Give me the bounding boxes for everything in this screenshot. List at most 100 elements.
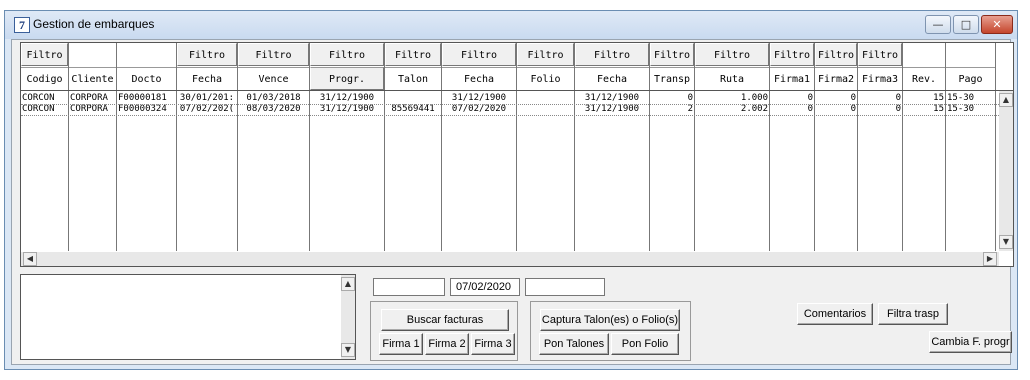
column-label[interactable]: Fecha — [442, 67, 516, 91]
column-header: Docto — [117, 43, 177, 91]
table-cell[interactable]: 0 — [858, 104, 902, 115]
table-cell[interactable]: 0 — [858, 93, 902, 104]
table-cell[interactable]: 31/12/1900 — [310, 104, 384, 115]
table-cell[interactable]: 31/12/1900 — [575, 93, 649, 104]
title-bar[interactable]: 7 Gestion de embarques — □ ✕ — [5, 11, 1017, 39]
table-cell[interactable]: 2 — [650, 104, 694, 115]
memo-scroll-up-icon[interactable]: ▲ — [341, 277, 355, 291]
column-header: Filtro Firma3 — [858, 43, 903, 91]
captura-talones-button[interactable]: Captura Talon(es) o Folio(s) — [540, 309, 680, 331]
table-cell[interactable]: 0 — [770, 104, 814, 115]
shipments-grid[interactable]: Filtro Codigo CORCON CORCON Cliente CORPORA CO… — [20, 42, 1014, 267]
filter-button[interactable]: Filtro — [177, 43, 237, 66]
column-label[interactable]: Transp — [650, 67, 694, 91]
column-label[interactable]: Fecha — [177, 67, 237, 91]
pon-talones-button[interactable]: Pon Talones — [539, 333, 609, 355]
filter-button[interactable]: Filtro — [442, 43, 516, 66]
column-label[interactable]: Firma1 — [770, 67, 814, 91]
filter-button[interactable]: Filtro — [575, 43, 649, 66]
column-label[interactable]: Talon — [385, 67, 441, 91]
table-cell[interactable] — [517, 104, 574, 115]
table-cell[interactable]: F00000324 — [117, 104, 176, 115]
filter-button[interactable]: Filtro — [238, 43, 309, 66]
scroll-left-icon[interactable]: ◀ — [23, 252, 37, 266]
filtra-trasp-button[interactable]: Filtra trasp — [878, 303, 948, 325]
firma1-button[interactable]: Firma 1 — [379, 333, 423, 355]
column-label[interactable]: Fecha — [575, 67, 649, 91]
column-header: Filtro Talon — [385, 43, 442, 91]
column-header: Filtro Firma2 — [815, 43, 858, 91]
table-cell[interactable]: 1.000 — [695, 93, 769, 104]
column-label[interactable]: Rev. — [903, 67, 945, 91]
filter-button[interactable]: Filtro — [695, 43, 769, 66]
comentarios-button[interactable]: Comentarios — [797, 303, 873, 325]
minimize-button[interactable]: — — [925, 15, 951, 34]
table-cell[interactable]: CORPORA — [69, 93, 116, 104]
filter-button[interactable]: Filtro — [385, 43, 441, 66]
close-button[interactable]: ✕ — [981, 15, 1013, 34]
column-label[interactable]: Pago — [946, 67, 995, 91]
table-cell[interactable]: 2.002 — [695, 104, 769, 115]
vertical-scrollbar[interactable]: ▲ ▼ — [999, 91, 1013, 251]
filter-button[interactable]: Filtro — [650, 43, 694, 66]
column-header: Filtro Fecha — [575, 43, 650, 91]
column-label[interactable]: Firma3 — [858, 67, 902, 91]
scroll-down-icon[interactable]: ▼ — [999, 235, 1013, 249]
filter-button[interactable]: Filtro — [770, 43, 814, 66]
column-label[interactable]: Docto — [117, 67, 176, 91]
column-label[interactable]: Ruta — [695, 67, 769, 91]
firma2-button[interactable]: Firma 2 — [425, 333, 469, 355]
date-field[interactable]: 07/02/2020 — [450, 278, 520, 296]
buscar-facturas-button[interactable]: Buscar facturas — [381, 309, 509, 331]
memo-scrollbar[interactable]: ▲ ▼ — [341, 275, 355, 359]
column-label[interactable]: Cliente — [69, 67, 116, 91]
column-label[interactable]: Folio — [517, 67, 574, 91]
column-label[interactable]: Progr. — [310, 67, 384, 90]
scroll-right-icon[interactable]: ▶ — [983, 252, 997, 266]
pon-folio-button[interactable]: Pon Folio — [611, 333, 679, 355]
window-title: Gestion de embarques — [33, 17, 155, 31]
memo-scroll-down-icon[interactable]: ▼ — [341, 343, 355, 357]
table-row-divider — [21, 115, 999, 116]
table-cell[interactable]: CORCON — [21, 104, 68, 115]
table-cell[interactable]: 07/02/202( — [177, 104, 237, 115]
column-label[interactable]: Codigo — [21, 67, 68, 91]
table-cell[interactable]: 85569441 — [385, 104, 441, 115]
table-cell[interactable]: 15 — [903, 104, 945, 115]
table-cell[interactable]: 30/01/201: — [177, 93, 237, 104]
comments-memo[interactable]: ▲ ▼ — [20, 274, 356, 360]
table-cell[interactable]: 01/03/2018 — [238, 93, 309, 104]
column-header: Filtro Folio — [517, 43, 575, 91]
table-cell[interactable]: 0 — [815, 104, 857, 115]
table-cell[interactable]: 15-30 — [946, 104, 995, 115]
table-cell[interactable]: 31/12/1900 — [310, 93, 384, 104]
filter-field-right[interactable] — [525, 278, 605, 296]
table-cell[interactable] — [517, 93, 574, 104]
table-cell[interactable]: CORCON — [21, 93, 68, 104]
filter-field-left[interactable] — [373, 278, 445, 296]
table-cell[interactable]: F00000181 — [117, 93, 176, 104]
filter-button[interactable]: Filtro — [815, 43, 857, 66]
horizontal-scrollbar[interactable]: ◀ ▶ — [21, 252, 999, 266]
table-cell[interactable]: 07/02/2020 — [442, 104, 516, 115]
scroll-up-icon[interactable]: ▲ — [999, 93, 1013, 107]
table-cell[interactable]: CORPORA — [69, 104, 116, 115]
cambia-f-progr-button[interactable]: Cambia F. progr — [929, 331, 1012, 353]
table-cell[interactable]: 15 — [903, 93, 945, 104]
table-cell[interactable]: 0 — [650, 93, 694, 104]
maximize-button[interactable]: □ — [953, 15, 979, 34]
column-label[interactable]: Vence — [238, 67, 309, 91]
table-cell[interactable]: 08/03/2020 — [238, 104, 309, 115]
table-cell[interactable]: 31/12/1900 — [442, 93, 516, 104]
filter-button[interactable]: Filtro — [517, 43, 574, 66]
filter-button[interactable]: Filtro — [310, 43, 384, 66]
table-cell[interactable]: 0 — [770, 93, 814, 104]
table-cell[interactable] — [385, 93, 441, 104]
column-label[interactable]: Firma2 — [815, 67, 857, 91]
table-cell[interactable]: 31/12/1900 — [575, 104, 649, 115]
table-cell[interactable]: 0 — [815, 93, 857, 104]
filter-button[interactable]: Filtro — [21, 43, 68, 66]
table-cell[interactable]: 15-30 — [946, 93, 995, 104]
firma3-button[interactable]: Firma 3 — [471, 333, 515, 355]
filter-button[interactable]: Filtro — [858, 43, 902, 66]
